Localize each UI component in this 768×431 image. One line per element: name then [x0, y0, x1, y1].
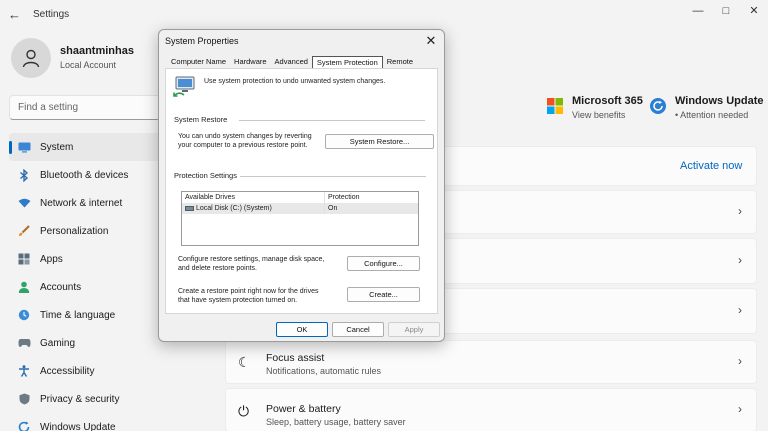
gamepad-icon	[17, 336, 31, 350]
title-bar: ← Settings — □ ✕	[0, 0, 768, 30]
update-icon	[17, 420, 31, 431]
dialog-title: System Properties	[165, 36, 239, 46]
column-header-protection[interactable]: Protection	[324, 192, 414, 203]
sidebar-item-label: Apps	[40, 253, 63, 265]
group-divider	[239, 120, 425, 121]
maximize-icon[interactable]: □	[716, 4, 736, 18]
power-icon: ⏻	[238, 403, 250, 419]
restore-description: You can undo system changes by reverting…	[178, 132, 312, 150]
drive-cell: Local Disk (C:) (System)	[182, 203, 324, 214]
column-header-drives[interactable]: Available Drives	[182, 192, 324, 203]
apply-button[interactable]: Apply	[388, 322, 440, 337]
settings-card-focus-assist[interactable]: ☾ Focus assist Notifications, automatic …	[225, 340, 757, 384]
wifi-icon	[17, 196, 31, 210]
sidebar-item-privacy[interactable]: Privacy & security	[9, 385, 221, 413]
sidebar-item-label: Privacy & security	[40, 393, 120, 405]
tile-title: Microsoft 365	[572, 95, 643, 107]
moon-icon: ☾	[238, 354, 251, 370]
drives-list[interactable]: Available Drives Protection Local Disk (…	[181, 191, 419, 246]
tile-subtitle: • Attention needed	[675, 110, 749, 120]
hard-drive-icon	[185, 205, 194, 211]
protection-cell: On	[324, 203, 414, 214]
sidebar-item-label: Network & internet	[40, 197, 123, 209]
shield-icon	[17, 392, 31, 406]
accessibility-icon	[17, 364, 31, 378]
configure-description-line-2: and delete restore points.	[178, 265, 257, 272]
chevron-right-icon: ›	[738, 204, 742, 218]
tile-subtitle-text: Attention needed	[680, 110, 749, 120]
create-description-line-2: that have system protection turned on.	[178, 297, 298, 304]
system-restore-group-label: System Restore	[174, 115, 228, 124]
sidebar-item-label: Bluetooth & devices	[40, 169, 129, 181]
app-title: Settings	[33, 9, 70, 20]
chevron-right-icon: ›	[738, 253, 742, 267]
sidebar-item-label: Accounts	[40, 281, 82, 293]
protection-settings-group-label: Protection Settings	[174, 171, 237, 180]
sidebar-item-label: Gaming	[40, 337, 76, 349]
chevron-right-icon: ›	[738, 303, 742, 317]
minimize-icon[interactable]: —	[688, 4, 708, 18]
card-subtitle: Notifications, automatic rules	[266, 366, 382, 376]
bluetooth-icon	[17, 168, 31, 182]
chevron-right-icon: ›	[738, 354, 742, 368]
account-type: Local Account	[60, 60, 117, 70]
brush-icon	[17, 224, 31, 238]
tile-title: Windows Update	[675, 95, 764, 107]
intro-text: Use system protection to undo unwanted s…	[204, 78, 386, 85]
create-description: Create a restore point right now for the…	[178, 287, 318, 305]
windows-update-tile[interactable]: Windows Update • Attention needed	[649, 95, 764, 125]
activate-now-link[interactable]: Activate now	[680, 160, 742, 172]
configure-button[interactable]: Configure...	[347, 256, 420, 271]
close-icon[interactable]: ✕	[424, 33, 438, 49]
monitor-icon	[17, 140, 31, 154]
drive-name: Local Disk (C:) (System)	[196, 205, 272, 212]
system-restore-button[interactable]: System Restore...	[325, 134, 434, 149]
restore-description-line-2: your computer to a previous restore poin…	[178, 142, 308, 149]
dialog-footer: OK Cancel Apply	[159, 320, 446, 338]
back-arrow-icon[interactable]: ←	[8, 8, 22, 22]
user-name: shaantminhas	[60, 45, 134, 57]
settings-card-power-battery[interactable]: ⏻ Power & battery Sleep, battery usage, …	[225, 388, 757, 431]
restore-description-line-1: You can undo system changes by reverting	[178, 133, 312, 140]
update-icon	[650, 98, 666, 114]
card-title: Power & battery	[266, 403, 341, 415]
card-title: Focus assist	[266, 352, 325, 364]
table-row[interactable]: Local Disk (C:) (System) On	[182, 203, 418, 214]
drives-list-header: Available Drives Protection	[182, 192, 418, 203]
configure-description-line-1: Configure restore settings, manage disk …	[178, 256, 325, 263]
sidebar-item-label: Windows Update	[40, 421, 116, 431]
system-protection-panel: Use system protection to undo unwanted s…	[165, 68, 438, 314]
cancel-button[interactable]: Cancel	[332, 322, 384, 337]
create-description-line-1: Create a restore point right now for the…	[178, 288, 319, 295]
configure-description: Configure restore settings, manage disk …	[178, 255, 324, 273]
sidebar-item-label: Time & language	[40, 309, 116, 321]
ok-button[interactable]: OK	[276, 322, 328, 337]
sidebar-item-label: System	[40, 141, 74, 153]
person-icon	[22, 49, 40, 68]
sidebar-item-accessibility[interactable]: Accessibility	[9, 357, 221, 385]
globe-clock-icon	[17, 308, 31, 322]
group-divider	[240, 176, 426, 177]
microsoft-logo-icon	[547, 98, 563, 114]
chevron-right-icon: ›	[738, 402, 742, 416]
system-protection-icon	[173, 76, 195, 97]
avatar	[11, 38, 51, 78]
person-icon	[17, 280, 31, 294]
system-properties-dialog: System Properties ✕ Computer Name Hardwa…	[158, 29, 445, 342]
microsoft-365-tile[interactable]: Microsoft 365 View benefits	[546, 95, 646, 125]
sidebar-item-label: Accessibility	[40, 365, 95, 377]
card-subtitle: Sleep, battery usage, battery saver	[266, 417, 406, 427]
sidebar-item-label: Personalization	[40, 225, 109, 237]
tile-subtitle: View benefits	[572, 110, 626, 120]
create-button[interactable]: Create...	[347, 287, 420, 302]
sidebar-item-windows-update[interactable]: Windows Update	[9, 413, 221, 431]
close-icon[interactable]: ✕	[744, 4, 764, 18]
apps-icon	[17, 252, 31, 266]
